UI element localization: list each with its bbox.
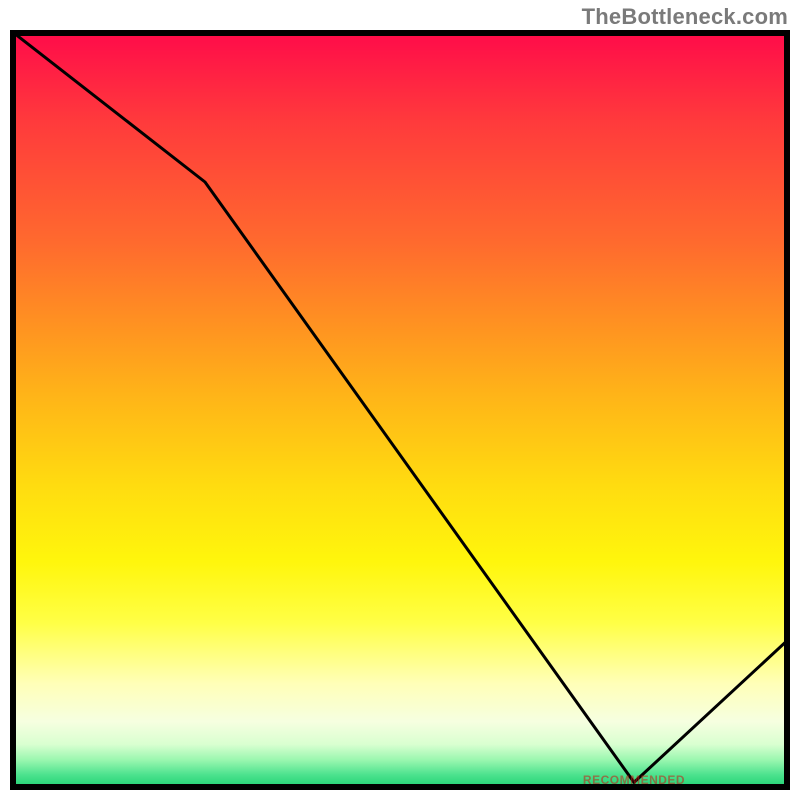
chart-container: TheBottleneck.com RECOMMENDED bbox=[0, 0, 800, 800]
plot-area: RECOMMENDED bbox=[10, 30, 790, 790]
gradient-background bbox=[10, 30, 790, 790]
watermark-text: TheBottleneck.com bbox=[582, 4, 788, 30]
